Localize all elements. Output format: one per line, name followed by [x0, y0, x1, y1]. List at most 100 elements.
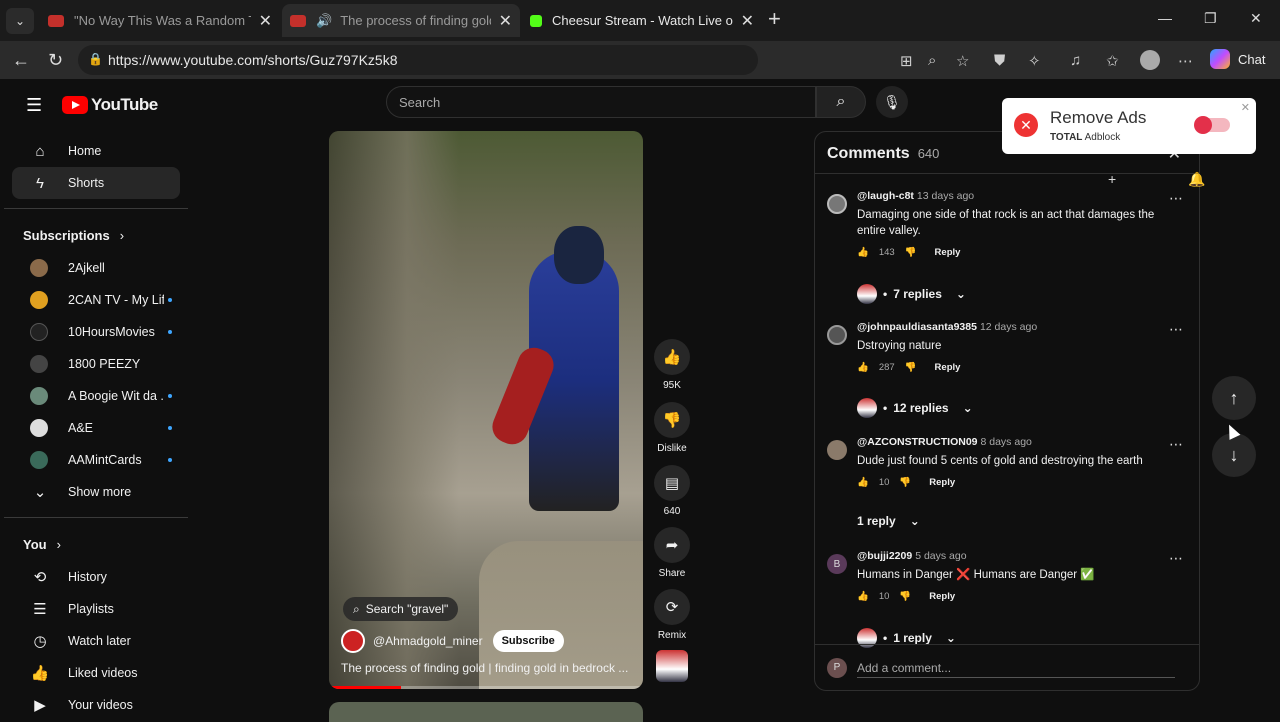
copilot-chat-button[interactable]: Chat: [1210, 49, 1265, 69]
notifications-icon[interactable]: 🔔: [1188, 171, 1205, 188]
minimize-icon[interactable]: —: [1158, 10, 1172, 26]
tab-3[interactable]: Cheesur Stream - Watch Live on Ki ✕: [522, 4, 762, 37]
extensions-icon[interactable]: ✧: [1028, 52, 1041, 70]
commenter-avatar[interactable]: [827, 440, 847, 460]
sound-thumbnail[interactable]: [656, 650, 688, 682]
subscription-item[interactable]: 1800 PEEZY: [12, 348, 180, 380]
like-icon[interactable]: 👍: [857, 362, 869, 373]
app-available-icon[interactable]: ⊞: [900, 52, 913, 70]
next-short-button[interactable]: ↓: [1212, 433, 1256, 477]
short-title[interactable]: The process of finding gold | finding go…: [341, 661, 631, 675]
view-replies-button[interactable]: • 7 replies ⌄: [857, 284, 966, 304]
tab-2-active[interactable]: 🔊 The process of finding gold | fi ✕: [282, 4, 520, 37]
menu-icon[interactable]: ☰: [26, 95, 42, 116]
close-tab-icon[interactable]: ✕: [741, 11, 754, 31]
sidebar-item-your-videos[interactable]: ▶ Your videos: [12, 689, 180, 721]
reply-button[interactable]: Reply: [935, 362, 961, 373]
subscription-item[interactable]: A&E: [12, 412, 180, 444]
reply-button[interactable]: Reply: [935, 247, 961, 258]
search-input[interactable]: Search: [386, 86, 816, 118]
chevron-right-icon: ›: [56, 536, 61, 552]
comments-button[interactable]: ▤: [654, 465, 690, 501]
like-icon[interactable]: 👍: [857, 247, 869, 258]
view-replies-button[interactable]: • 12 replies ⌄: [857, 398, 973, 418]
subscription-item[interactable]: 2CAN TV - My Lif...: [12, 284, 180, 316]
close-tab-icon[interactable]: ✕: [259, 11, 272, 31]
commenter-handle[interactable]: @bujji2209: [857, 550, 912, 562]
subscription-item[interactable]: 2Ajkell: [12, 252, 180, 284]
sidebar-item-watch-later[interactable]: ◷ Watch later: [12, 625, 180, 657]
favorites-icon[interactable]: ✩: [1106, 52, 1119, 70]
voice-search-button[interactable]: 🎙: [876, 86, 908, 118]
profile-avatar[interactable]: [1140, 50, 1160, 70]
view-replies-button[interactable]: 1 reply ⌄: [857, 514, 920, 528]
more-options-icon[interactable]: ⋯: [1169, 550, 1183, 567]
show-more-button[interactable]: ⌄ Show more: [12, 476, 180, 508]
dislike-icon[interactable]: 👎: [899, 477, 911, 488]
dislike-icon[interactable]: 👎: [899, 591, 911, 602]
back-icon[interactable]: ←: [12, 50, 30, 71]
commenter-handle[interactable]: @AZCONSTRUCTION09: [857, 436, 978, 448]
sidebar-item-home[interactable]: ⌂ Home: [12, 135, 180, 167]
commenter-handle[interactable]: @laugh-c8t: [857, 190, 914, 202]
dislike-icon[interactable]: 👎: [905, 362, 917, 373]
zoom-icon[interactable]: ⌕: [928, 52, 936, 69]
subscription-item[interactable]: AAMintCards: [12, 444, 180, 476]
more-menu-icon[interactable]: ⋯: [1178, 52, 1193, 70]
subscription-item[interactable]: A Boogie Wit da ...: [12, 380, 180, 412]
like-count: 10: [878, 591, 890, 602]
like-button[interactable]: 👍: [654, 339, 690, 375]
share-button[interactable]: ➦: [654, 527, 690, 563]
like-icon[interactable]: 👍: [857, 591, 869, 602]
channel-avatar: [30, 291, 48, 309]
close-popup-icon[interactable]: ✕: [1241, 101, 1250, 114]
media-control-icon[interactable]: ♫: [1070, 52, 1081, 69]
progress-bar[interactable]: [329, 686, 402, 689]
more-options-icon[interactable]: ⋯: [1169, 190, 1183, 207]
sidebar-item-shorts[interactable]: ϟ Shorts: [12, 167, 180, 199]
commenter-avatar[interactable]: [827, 325, 847, 345]
replies-count: 1 reply: [893, 631, 932, 645]
reply-button[interactable]: Reply: [929, 591, 955, 602]
subscribe-button[interactable]: Subscribe: [492, 630, 564, 652]
like-icon[interactable]: 👍: [857, 477, 869, 488]
sidebar-item-playlists[interactable]: ☰ Playlists: [12, 593, 180, 625]
short-video-player[interactable]: ⌕ Search "gravel" @Ahmadgold_miner Subsc…: [329, 131, 643, 689]
next-short-preview[interactable]: [329, 702, 643, 722]
subscriptions-heading[interactable]: Subscriptions ›: [4, 218, 188, 252]
lock-icon[interactable]: 🔒: [88, 52, 103, 66]
subscription-item[interactable]: 10HoursMovies: [12, 316, 180, 348]
commenter-handle[interactable]: @johnpauldiasanta9385: [857, 321, 977, 333]
channel-handle[interactable]: @Ahmadgold_miner: [373, 634, 483, 648]
speaker-icon[interactable]: 🔊: [316, 13, 332, 29]
favorite-star-icon[interactable]: ☆: [956, 52, 969, 70]
refresh-icon[interactable]: ↻: [48, 50, 63, 71]
channel-avatar[interactable]: [341, 629, 365, 653]
remix-button[interactable]: ⟳: [654, 589, 690, 625]
url-field[interactable]: 🔒 https://www.youtube.com/shorts/Guz797K…: [78, 45, 758, 75]
dislike-button[interactable]: 👎: [654, 402, 690, 438]
create-icon[interactable]: +: [1108, 171, 1116, 187]
restore-icon[interactable]: ❐: [1204, 10, 1217, 27]
add-comment-field[interactable]: P Add a comment...: [815, 644, 1199, 690]
tab-1[interactable]: "No Way This Was a Random Traff ✕: [40, 4, 280, 37]
close-window-icon[interactable]: ✕: [1250, 10, 1262, 27]
more-options-icon[interactable]: ⋯: [1169, 321, 1183, 338]
commenter-avatar[interactable]: B: [827, 554, 847, 574]
search-button[interactable]: ⌕: [816, 86, 866, 118]
tab-actions-menu[interactable]: ⌄: [6, 8, 34, 34]
dislike-icon[interactable]: 👎: [905, 247, 917, 258]
remove-ads-toggle[interactable]: [1194, 116, 1230, 134]
sidebar-item-history[interactable]: ⟲ History: [12, 561, 180, 593]
reply-button[interactable]: Reply: [929, 477, 955, 488]
you-heading[interactable]: You ›: [4, 527, 188, 561]
sidebar-item-liked-videos[interactable]: 👍 Liked videos: [12, 657, 180, 689]
close-tab-icon[interactable]: ✕: [499, 11, 512, 31]
commenter-avatar[interactable]: [827, 194, 847, 214]
youtube-logo[interactable]: YouTube: [62, 95, 158, 115]
search-suggestion-chip[interactable]: ⌕ Search "gravel": [343, 597, 459, 621]
new-tab-button[interactable]: +: [768, 8, 788, 32]
previous-short-button[interactable]: ↑: [1212, 376, 1256, 420]
more-options-icon[interactable]: ⋯: [1169, 436, 1183, 453]
adblock-extension-icon[interactable]: ⛊: [994, 52, 1005, 69]
